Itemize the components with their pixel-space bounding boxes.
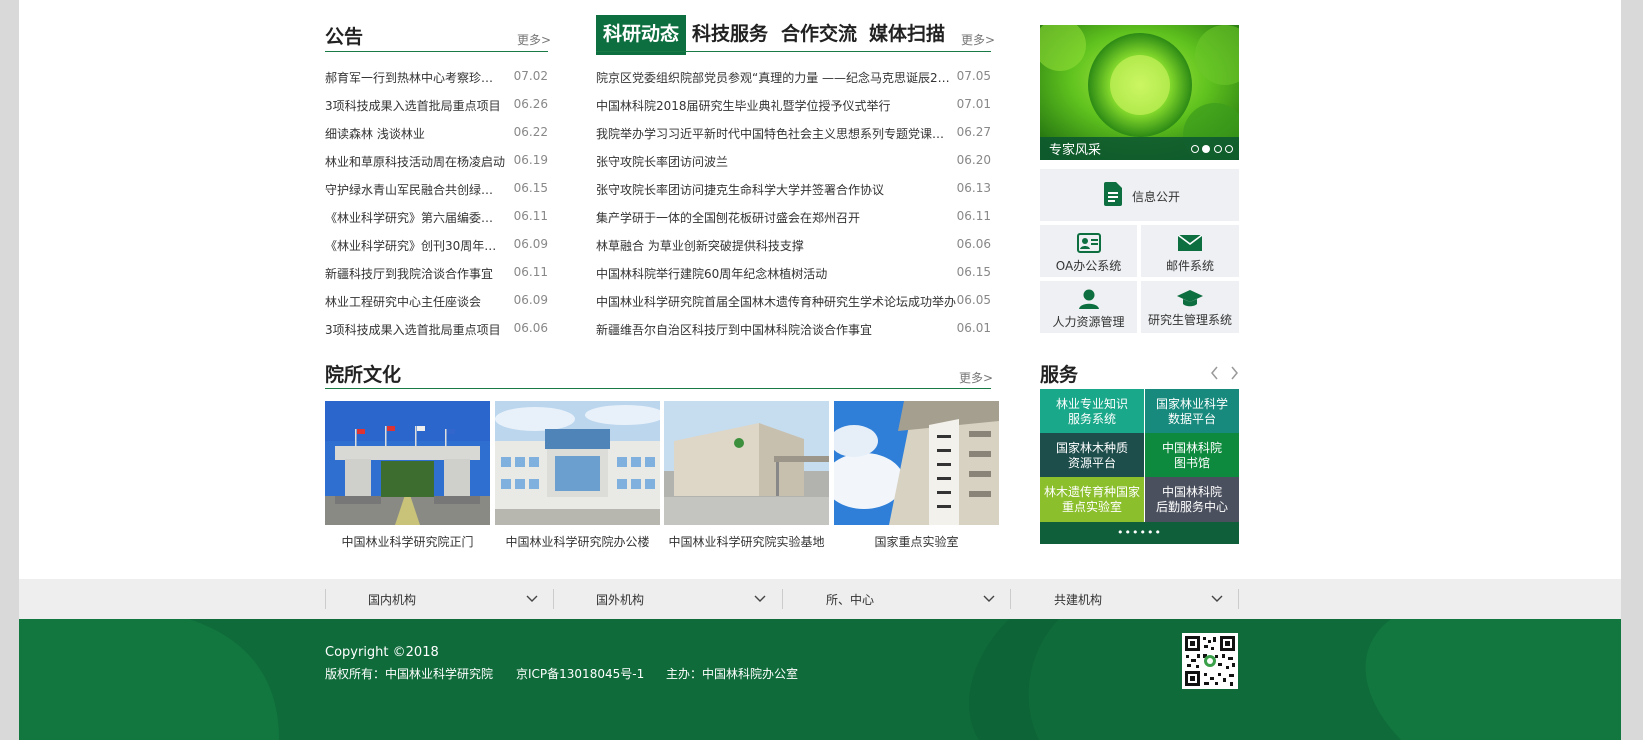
page: 公告 更多> 郝育军一行到热林中心考察珍贵树... 07.02 3项科技成果入选首… xyxy=(19,0,1621,740)
news-item[interactable]: 院京区党委组织院部党员参观“真理的力量 ——纪念马克思诞辰200周 ... 07.… xyxy=(596,69,991,89)
chevron-down-icon xyxy=(754,595,766,602)
office-building-image xyxy=(495,401,660,525)
hr-system-label: 人力资源管理 xyxy=(1052,315,1125,329)
photo-main-gate[interactable] xyxy=(325,401,490,525)
notice-item[interactable]: 3项科技成果入选首批局重点项目 06.26 xyxy=(325,97,548,117)
tab-research[interactable]: 科研动态 xyxy=(596,15,686,55)
news-item[interactable]: 中国林业科学研究院首届全国林木遗传育种研究生学术论坛成功举办 06.05 xyxy=(596,293,991,313)
news-more-link[interactable]: 更多> xyxy=(961,31,995,48)
culture-more-link[interactable]: 更多> xyxy=(959,369,993,386)
photo-experiment-base[interactable] xyxy=(664,401,829,525)
graduate-system-button[interactable]: 研究生管理系统 xyxy=(1141,281,1239,333)
info-disclosure-button[interactable]: 信息公开 xyxy=(1040,169,1239,221)
photo-caption: 国家重点实验室 xyxy=(874,535,959,549)
services-title: 服务 xyxy=(1040,364,1079,386)
qr-code-image xyxy=(1185,636,1235,686)
news-item[interactable]: 张守攻院长率团访问波兰 06.20 xyxy=(596,153,991,173)
notice-item[interactable]: 《林业科学研究》创刊30周年座谈会 06.09 xyxy=(325,237,548,257)
tab-tech-service[interactable]: 科技服务 xyxy=(687,15,773,55)
footer-host: 主办：中国林科院办公室 xyxy=(666,667,799,681)
news-item[interactable]: 林草融合 为草业创新突破提供科技支撑 06.06 xyxy=(596,237,991,257)
main-gate-image xyxy=(325,401,490,525)
services-pager[interactable]: •••••• xyxy=(1040,522,1239,544)
chevron-right-icon[interactable] xyxy=(1230,366,1239,380)
org-foreign-label: 国外机构 xyxy=(596,593,645,607)
service-logistics-center[interactable]: 中国林科院 后勤服务中心 xyxy=(1145,477,1239,522)
notice-item[interactable]: 林业工程研究中心主任座谈会 06.09 xyxy=(325,293,548,313)
org-joint-select[interactable]: 共建机构 xyxy=(1011,589,1238,609)
culture-title: 院所文化 xyxy=(325,364,402,386)
news-divider xyxy=(596,51,991,52)
org-domestic-select[interactable]: 国内机构 xyxy=(326,589,553,609)
service-data-platform[interactable]: 国家林业科学 数据平台 xyxy=(1145,389,1239,434)
notice-more-link[interactable]: 更多> xyxy=(517,31,551,48)
chevron-down-icon xyxy=(526,595,538,602)
footer-icp[interactable]: 京ICP备13018045号-1 xyxy=(516,665,644,682)
footer: Copyright ©2018 版权所有：中国林业科学研究院 京ICP备1301… xyxy=(19,619,1621,740)
notice-divider xyxy=(325,51,548,52)
carousel-dot[interactable] xyxy=(1214,145,1222,153)
notice-item[interactable]: 新疆科技厅到我院洽谈合作事宜 06.11 xyxy=(325,265,548,285)
experiment-base-image xyxy=(664,401,829,525)
chevron-down-icon xyxy=(983,595,995,602)
document-icon xyxy=(1104,182,1122,206)
hr-system-button[interactable]: 人力资源管理 xyxy=(1040,281,1137,333)
news-item[interactable]: 中国林科院2018届研究生毕业典礼暨学位授予仪式举行 07.01 xyxy=(596,97,991,117)
culture-divider xyxy=(325,388,991,389)
mail-system-label: 邮件系统 xyxy=(1165,259,1214,273)
expert-carousel[interactable]: 专家风采 xyxy=(1040,25,1239,160)
carousel-dot[interactable] xyxy=(1191,145,1199,153)
carousel-dot-active[interactable] xyxy=(1202,145,1210,153)
carousel-dots xyxy=(1191,145,1235,155)
notice-item[interactable]: 3项科技成果入选首批局重点项目 06.06 xyxy=(325,321,548,341)
chevron-down-icon xyxy=(1211,595,1223,602)
photo-caption: 中国林业科学研究院实验基地 xyxy=(668,535,825,549)
graduation-cap-icon xyxy=(1177,290,1203,307)
news-tabs: 科研动态 科技服务 合作交流 媒体扫描 xyxy=(596,15,991,55)
notice-title: 公告 xyxy=(325,26,364,48)
news-item[interactable]: 我院举办学习习近平新时代中国特色社会主义思想系列专题党课之二 ... 06.27 xyxy=(596,125,991,145)
qr-code xyxy=(1182,633,1238,689)
notice-item[interactable]: 《林业科学研究》第六届编委会成立 06.11 xyxy=(325,209,548,229)
tab-cooperation[interactable]: 合作交流 xyxy=(776,15,862,55)
news-item[interactable]: 集产学研于一体的全国刨花板研讨盛会在郑州召开 06.11 xyxy=(596,209,991,229)
chevron-left-icon[interactable] xyxy=(1210,366,1219,380)
notice-item[interactable]: 林业和草原科技活动周在杨凌启动 06.19 xyxy=(325,153,548,173)
footer-copyright: Copyright ©2018 xyxy=(325,645,439,660)
news-item[interactable]: 新疆维吾尔自治区科技厅到中国林科院洽谈合作事宜 06.01 xyxy=(596,321,991,341)
notice-item[interactable]: 守护绿水青山军民融合共创绿色发展 06.15 xyxy=(325,181,548,201)
notice-item[interactable]: 郝育军一行到热林中心考察珍贵树... 07.02 xyxy=(325,69,548,89)
oa-system-button[interactable]: OA办公系统 xyxy=(1040,225,1137,277)
mail-icon xyxy=(1178,235,1202,251)
tab-media[interactable]: 媒体扫描 xyxy=(864,15,950,55)
notice-item[interactable]: 细读森林 浅谈林业 06.22 xyxy=(325,125,548,145)
service-germplasm-platform[interactable]: 国家林木种质 资源平台 xyxy=(1040,433,1144,478)
news-item[interactable]: 中国林科院举行建院60周年纪念林植树活动 06.15 xyxy=(596,265,991,285)
news-item[interactable]: 张守攻院长率团访问捷克生命科学大学并签署合作协议 06.13 xyxy=(596,181,991,201)
id-card-icon xyxy=(1076,233,1101,253)
photo-office-building[interactable] xyxy=(495,401,660,525)
org-domestic-label: 国内机构 xyxy=(368,593,417,607)
org-joint-label: 共建机构 xyxy=(1054,593,1103,607)
org-institutes-label: 所、中心 xyxy=(826,593,875,607)
photo-key-laboratory[interactable] xyxy=(834,401,999,525)
footer-owner: 版权所有：中国林业科学研究院 xyxy=(325,667,494,681)
oa-system-label: OA办公系统 xyxy=(1055,259,1122,273)
org-institutes-select[interactable]: 所、中心 xyxy=(783,589,1010,609)
footer-background-shape xyxy=(19,619,1621,740)
service-genetics-lab[interactable]: 林木遗传育种国家 重点实验室 xyxy=(1040,477,1144,522)
carousel-dot[interactable] xyxy=(1225,145,1233,153)
photo-caption: 中国林业科学研究院办公楼 xyxy=(505,535,650,549)
org-divider xyxy=(1238,589,1239,609)
mail-system-button[interactable]: 邮件系统 xyxy=(1141,225,1239,277)
key-laboratory-image xyxy=(834,401,999,525)
service-library[interactable]: 中国林科院 图书馆 xyxy=(1145,433,1239,478)
expert-caption: 专家风采 xyxy=(1049,143,1102,158)
user-icon xyxy=(1078,289,1099,309)
graduate-system-label: 研究生管理系统 xyxy=(1147,313,1232,327)
service-knowledge-system[interactable]: 林业专业知识 服务系统 xyxy=(1040,389,1144,434)
info-disclosure-label: 信息公开 xyxy=(1132,190,1181,204)
org-foreign-select[interactable]: 国外机构 xyxy=(554,589,781,609)
photo-caption: 中国林业科学研究院正门 xyxy=(341,535,474,549)
